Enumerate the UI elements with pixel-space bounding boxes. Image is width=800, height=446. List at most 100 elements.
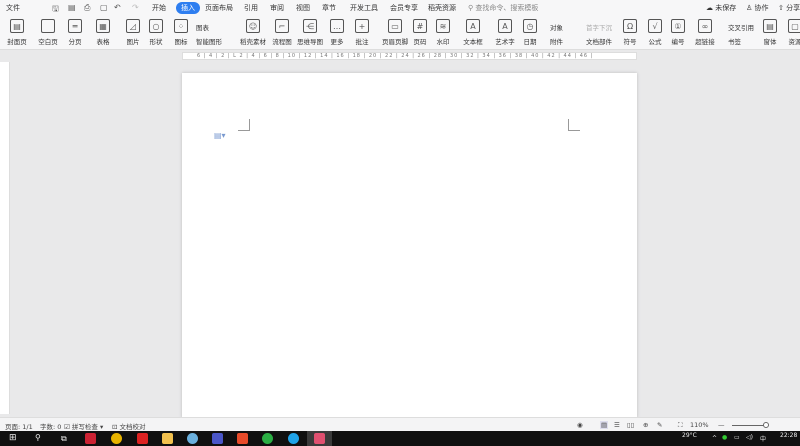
drop-cap-button[interactable]: 首字下沉	[586, 22, 612, 32]
export-pdf-icon[interactable]: ▤	[68, 3, 76, 12]
outline-view-icon[interactable]: ☰	[614, 421, 620, 429]
object-button[interactable]: 对象	[550, 22, 563, 32]
save-icon[interactable]: 🖫	[52, 3, 59, 17]
ribbon-button-label: 艺术字	[495, 38, 515, 46]
app-icon-1[interactable]	[85, 433, 96, 444]
ribbon-button-textbox[interactable]: A 文本框	[458, 19, 488, 46]
zoom-out-button[interactable]: —	[718, 421, 725, 429]
horizontal-ruler[interactable]: 6 | 4 | 2 | L 2 | 4 | 6 | 8 | 10 | 12 | …	[182, 52, 637, 60]
task-view-icon[interactable]: ⧉	[61, 434, 67, 444]
file-explorer-icon[interactable]	[162, 433, 173, 444]
ribbon-button-material[interactable]: ☺ 稻壳素材	[238, 19, 268, 46]
app-icon-7[interactable]	[237, 433, 248, 444]
undo-icon[interactable]: ↶	[114, 3, 121, 12]
doc-parts-button[interactable]: 文档部件	[586, 36, 612, 46]
mindmap-icon: ⋲	[303, 19, 317, 33]
unsaved-button[interactable]: ☁ 未保存	[706, 3, 736, 13]
tab-home[interactable]: 开始	[152, 3, 166, 13]
chart-button[interactable]: 图表	[196, 22, 209, 32]
redo-icon[interactable]: ↷	[132, 3, 139, 12]
ribbon-button-icons[interactable]: ⁘ 图标	[166, 19, 196, 46]
ribbon-button-hyperlink[interactable]: ∞ 超链接	[690, 19, 720, 46]
eye-protection-icon[interactable]: ◉	[577, 421, 583, 429]
tab-view[interactable]: 视图	[296, 3, 310, 13]
ribbon-button-numbering[interactable]: ① 编号	[663, 19, 693, 46]
ribbon-button-label: 超链接	[695, 38, 715, 46]
start-icon[interactable]: ⊞	[9, 433, 17, 443]
cross-reference-button[interactable]: 交叉引用	[728, 22, 754, 32]
app-icon-10	[314, 433, 325, 444]
ribbon-button-label: 更多	[330, 38, 344, 46]
chrome-icon[interactable]	[111, 433, 122, 444]
zoom-slider-handle[interactable]	[763, 422, 769, 428]
ribbon-button-comment[interactable]: + 批注	[347, 19, 377, 46]
clock[interactable]: 22:28	[780, 432, 797, 439]
app-icon-6[interactable]	[212, 433, 223, 444]
ribbon-button-label: 形状	[149, 38, 163, 46]
ribbon-button-label: 分页	[68, 38, 82, 46]
tab-developer[interactable]: 开发工具	[350, 3, 378, 13]
ribbon-button-blank-page[interactable]: 空白页	[33, 19, 63, 46]
search-taskbar-icon[interactable]: ⚲	[35, 433, 41, 442]
wps-icon[interactable]	[137, 433, 148, 444]
tray-arrow-icon[interactable]: ^	[712, 435, 717, 442]
page-view-icon[interactable]: ▤	[600, 421, 609, 429]
app-icon-9[interactable]	[288, 433, 299, 444]
material-icon: ☺	[246, 19, 260, 33]
weather-temp[interactable]: 29°C	[682, 432, 697, 439]
wechat-tray-icon[interactable]: ●	[722, 434, 727, 441]
search-placeholder: 查找命令、搜索模板	[475, 4, 539, 12]
ribbon-button-resource[interactable]: ▢ 资源	[780, 19, 800, 46]
flowchart-icon: ⌐	[275, 19, 289, 33]
status-bar: 页面: 1/1 字数: 0 ☑ 拼写检查 ▾ ⊡ 文档校对 ◉ ▤ ☰ ▯▯ ⊕…	[0, 417, 800, 431]
print-preview-icon[interactable]: ▢	[100, 3, 108, 12]
proofread-button[interactable]: ⊡ 文档校对	[112, 421, 146, 431]
ribbon-button-flowchart[interactable]: ⌐ 流程图	[267, 19, 297, 46]
file-menu[interactable]: 文件	[6, 3, 20, 13]
collab-button[interactable]: ♙ 协作	[746, 3, 769, 13]
spell-check-button[interactable]: ☑ 拼写检查 ▾	[64, 421, 103, 431]
page-break-icon: ═	[68, 19, 82, 33]
document-page[interactable]: ▤▾	[182, 73, 637, 418]
margin-corner-top-right	[568, 119, 580, 131]
volume-icon[interactable]: ◁)	[746, 434, 753, 441]
paint-icon[interactable]	[187, 433, 198, 444]
menu-bar: 文件 🖫 ▤ ⎙ ▢ ↶ ↷ 开始 插入 页面布局 引用 审阅 视图 章节 开发…	[0, 0, 800, 17]
ribbon-button-mindmap[interactable]: ⋲ 思维导图	[295, 19, 325, 46]
bookmark-button[interactable]: 书签	[728, 36, 741, 46]
reading-view-icon[interactable]: ▯▯	[627, 421, 634, 429]
ribbon-toolbar: 图表 智能图形 对象 附件 首字下沉 文档部件 交叉引用 书签 ▤ 封面页 空白页 ═…	[0, 17, 800, 50]
share-button[interactable]: ⇧ 分享	[778, 3, 800, 13]
tab-docer-resources[interactable]: 稻壳资源	[428, 3, 456, 13]
network-icon[interactable]: ▭	[734, 434, 740, 441]
zoom-level[interactable]: 110%	[690, 421, 709, 429]
search-box[interactable]: ⚲ 查找命令、搜索模板	[468, 3, 538, 13]
word-count[interactable]: 字数: 0	[40, 421, 61, 431]
attachment-button[interactable]: 附件	[550, 36, 563, 46]
ribbon-button-table[interactable]: ▦ 表格	[88, 19, 118, 46]
tab-section[interactable]: 章节	[322, 3, 336, 13]
active-app-slot[interactable]	[307, 431, 332, 446]
ribbon-button-label: 图标	[174, 38, 188, 46]
ribbon-button-cover[interactable]: ▤ 封面页	[2, 19, 32, 46]
paste-options-icon[interactable]: ▤▾	[214, 131, 226, 140]
vertical-ruler[interactable]	[0, 62, 10, 414]
tab-review[interactable]: 审阅	[270, 3, 284, 13]
ribbon-button-date[interactable]: ◷ 日期	[515, 19, 545, 46]
wechat-icon[interactable]	[262, 433, 273, 444]
smart-art-button[interactable]: 智能图形	[196, 36, 222, 46]
tab-insert[interactable]: 插入	[176, 2, 200, 14]
fit-page-icon[interactable]: ⛶	[678, 421, 683, 430]
ribbon-button-label: 思维导图	[297, 38, 323, 46]
margin-corner-top-left	[238, 119, 250, 131]
resource-icon: ▢	[788, 19, 800, 33]
web-view-icon[interactable]: ⊕	[643, 421, 648, 429]
tab-page-layout[interactable]: 页面布局	[205, 3, 233, 13]
write-mode-icon[interactable]: ✎	[657, 421, 662, 429]
print-icon[interactable]: ⎙	[84, 3, 90, 13]
tab-member[interactable]: 会员专享	[390, 3, 418, 13]
tab-references[interactable]: 引用	[244, 3, 258, 13]
ribbon-button-page-break[interactable]: ═ 分页	[60, 19, 90, 46]
ime-indicator[interactable]: 中	[760, 434, 766, 443]
ribbon-button-watermark[interactable]: ≋ 水印	[428, 19, 458, 46]
